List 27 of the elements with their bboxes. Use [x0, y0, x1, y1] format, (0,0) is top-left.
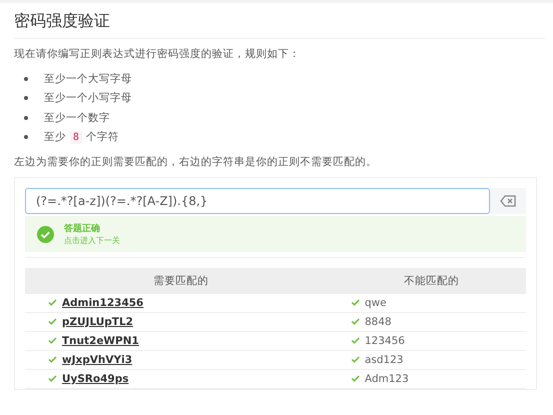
match-string: wJxpVhVYi3	[62, 354, 132, 366]
backspace-icon	[500, 195, 516, 207]
rule-text: 个字符	[86, 130, 120, 144]
non-match-string: asd123	[364, 354, 404, 366]
match-string: UySRo49ps	[62, 372, 129, 385]
match-string: pZUJLUpTL2	[62, 316, 134, 328]
intro-text: 现在请你编写正则表达式进行密码强度的验证，规则如下：	[14, 47, 301, 61]
non-match-string: Adm123	[364, 372, 409, 385]
page-title: 密码强度验证	[14, 9, 545, 39]
inline-code: 8	[70, 130, 82, 144]
clear-button[interactable]	[490, 188, 526, 214]
note-text: 左边为需要你的正则需要匹配的，右边的字符串是你的正则不需要匹配的。	[14, 155, 378, 169]
match-string: Tnut2eWPN1	[62, 334, 139, 347]
rule-text: 至少一个数字	[44, 110, 110, 125]
rule-text: 至少	[44, 130, 66, 144]
result-title: 答题正确	[64, 222, 101, 235]
non-match-string: qwe	[364, 296, 386, 309]
rule-text: 至少一个大写字母	[44, 72, 132, 86]
regex-input-field[interactable]: (?=.*?[a-z])(?=.*?[A-Z]).{8,}	[25, 188, 490, 214]
rule-text: 至少一个小写字母	[44, 91, 132, 106]
match-string: Admin123456	[62, 296, 144, 309]
check-circle-icon	[37, 226, 54, 242]
column-header: 不能匹配的	[336, 268, 526, 294]
column-header: 需要匹配的	[25, 268, 337, 294]
result-subtitle: 点击进入下一关	[64, 235, 120, 246]
non-match-string: 8848	[364, 316, 392, 328]
non-match-string: 123456	[364, 334, 405, 347]
